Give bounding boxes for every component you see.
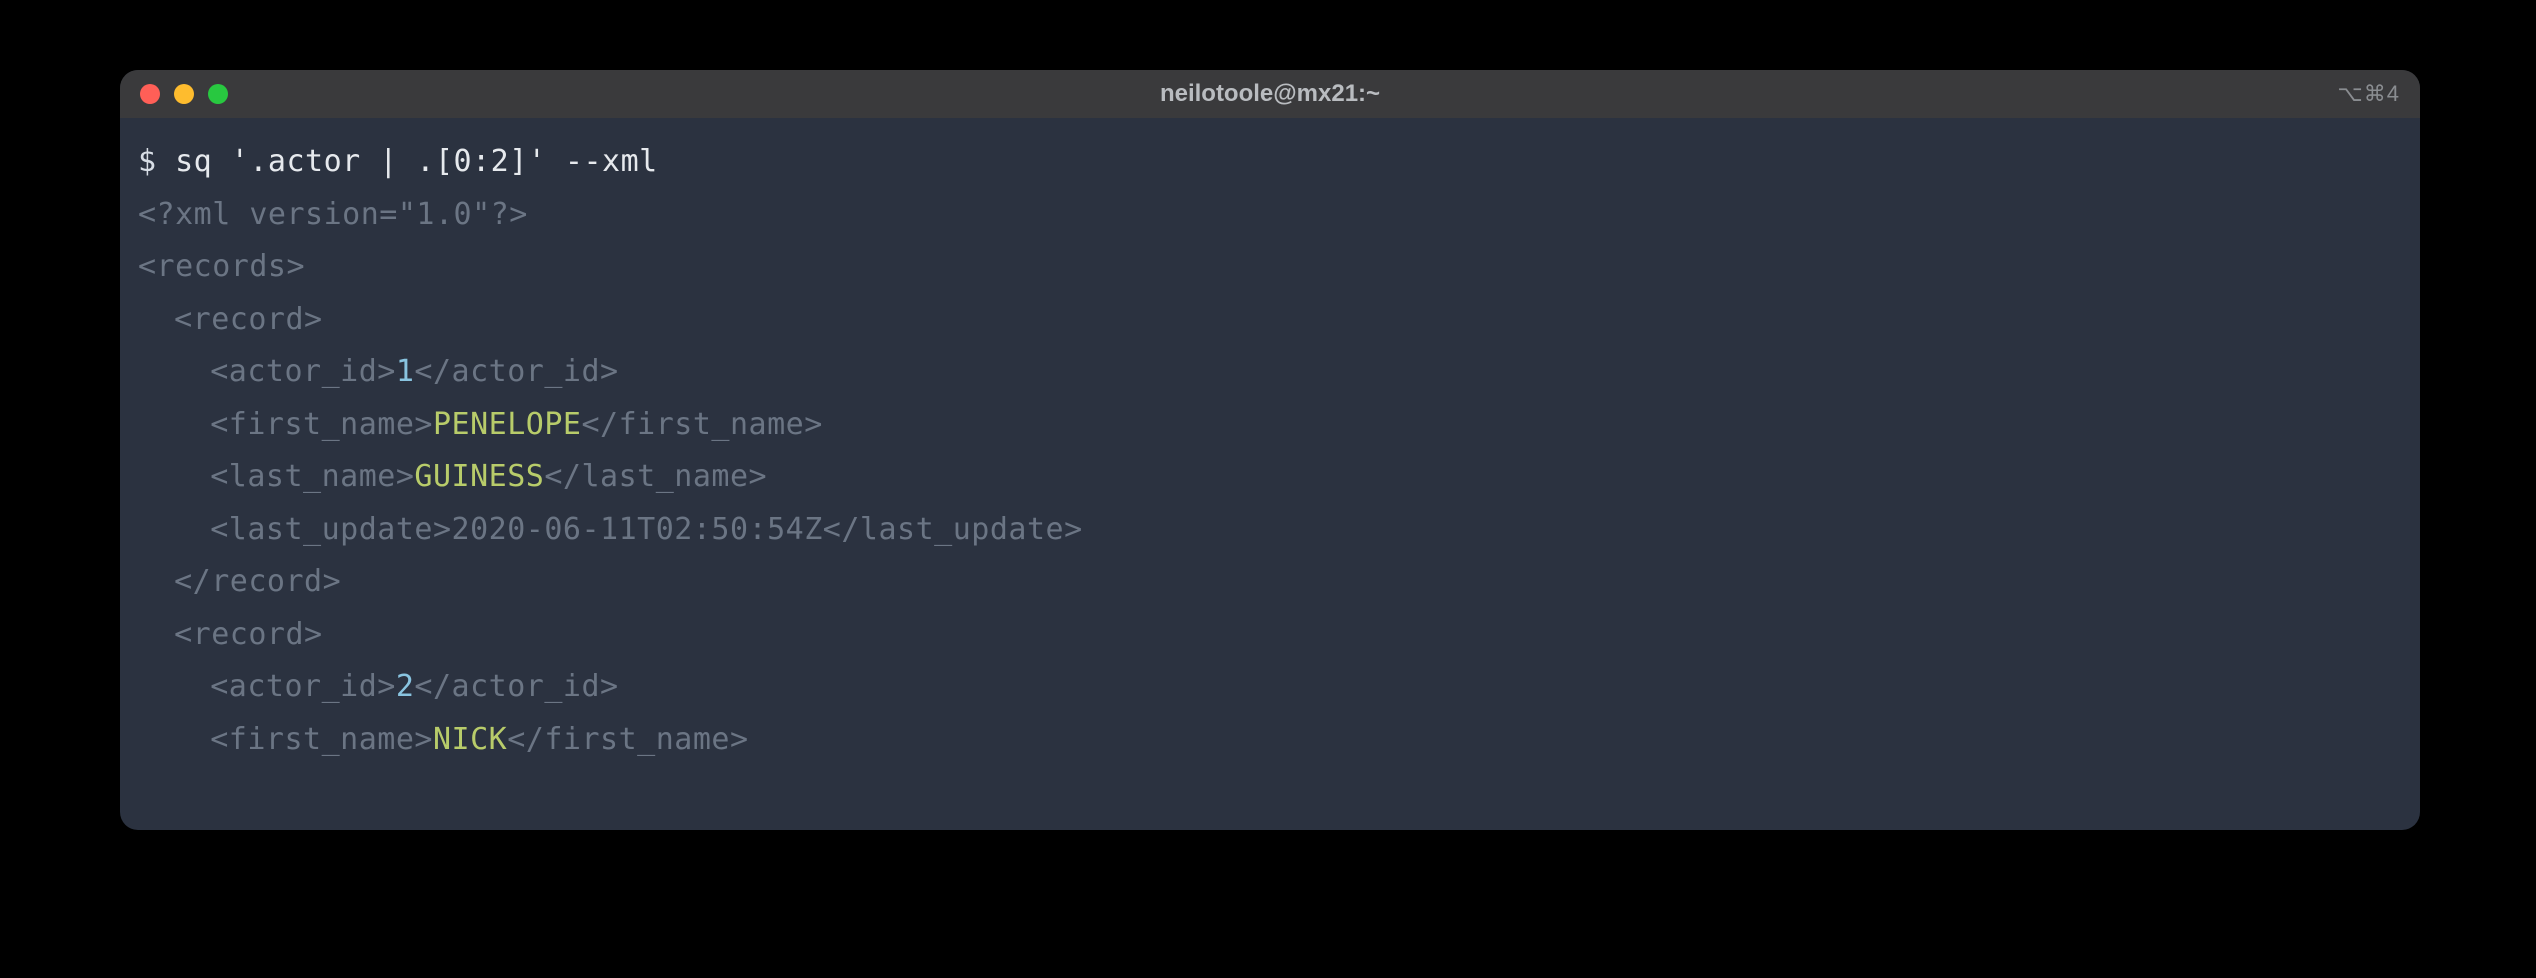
last-update-open: <last_update>	[210, 512, 451, 547]
record-open-tag: <record>	[174, 617, 323, 652]
window-title: neilotoole@mx21:~	[1160, 80, 1380, 108]
first-name-open: <first_name>	[210, 722, 433, 757]
last-update-close: </last_update>	[823, 512, 1083, 547]
actor-id-value: 2	[396, 669, 415, 704]
first-name-close: </first_name>	[581, 407, 822, 442]
actor-id-open: <actor_id>	[210, 354, 396, 389]
titlebar[interactable]: neilotoole@mx21:~ ⌥⌘4	[120, 70, 2420, 118]
xml-declaration: <?xml version="1.0"?>	[138, 197, 528, 232]
terminal-window: neilotoole@mx21:~ ⌥⌘4 $ sq '.actor | .[0…	[120, 70, 2420, 830]
traffic-lights	[140, 84, 228, 104]
minimize-button[interactable]	[174, 84, 194, 104]
maximize-button[interactable]	[208, 84, 228, 104]
prompt-symbol: $	[138, 144, 157, 179]
actor-id-open: <actor_id>	[210, 669, 396, 704]
actor-id-close: </actor_id>	[414, 669, 618, 704]
last-name-value: GUINESS	[414, 459, 544, 494]
first-name-value: NICK	[433, 722, 507, 757]
actor-id-close: </actor_id>	[414, 354, 618, 389]
last-name-open: <last_name>	[210, 459, 414, 494]
close-button[interactable]	[140, 84, 160, 104]
first-name-value: PENELOPE	[433, 407, 582, 442]
terminal-body[interactable]: $ sq '.actor | .[0:2]' --xml <?xml versi…	[120, 118, 2420, 784]
first-name-close: </first_name>	[507, 722, 748, 757]
records-open-tag: <records>	[138, 249, 305, 284]
titlebar-shortcut-indicator: ⌥⌘4	[2337, 81, 2400, 107]
last-name-close: </last_name>	[544, 459, 767, 494]
actor-id-value: 1	[396, 354, 415, 389]
last-update-value: 2020-06-11T02:50:54Z	[452, 512, 823, 547]
command-text: sq '.actor | .[0:2]' --xml	[175, 144, 658, 179]
record-close-tag: </record>	[174, 564, 341, 599]
first-name-open: <first_name>	[210, 407, 433, 442]
record-open-tag: <record>	[174, 302, 323, 337]
